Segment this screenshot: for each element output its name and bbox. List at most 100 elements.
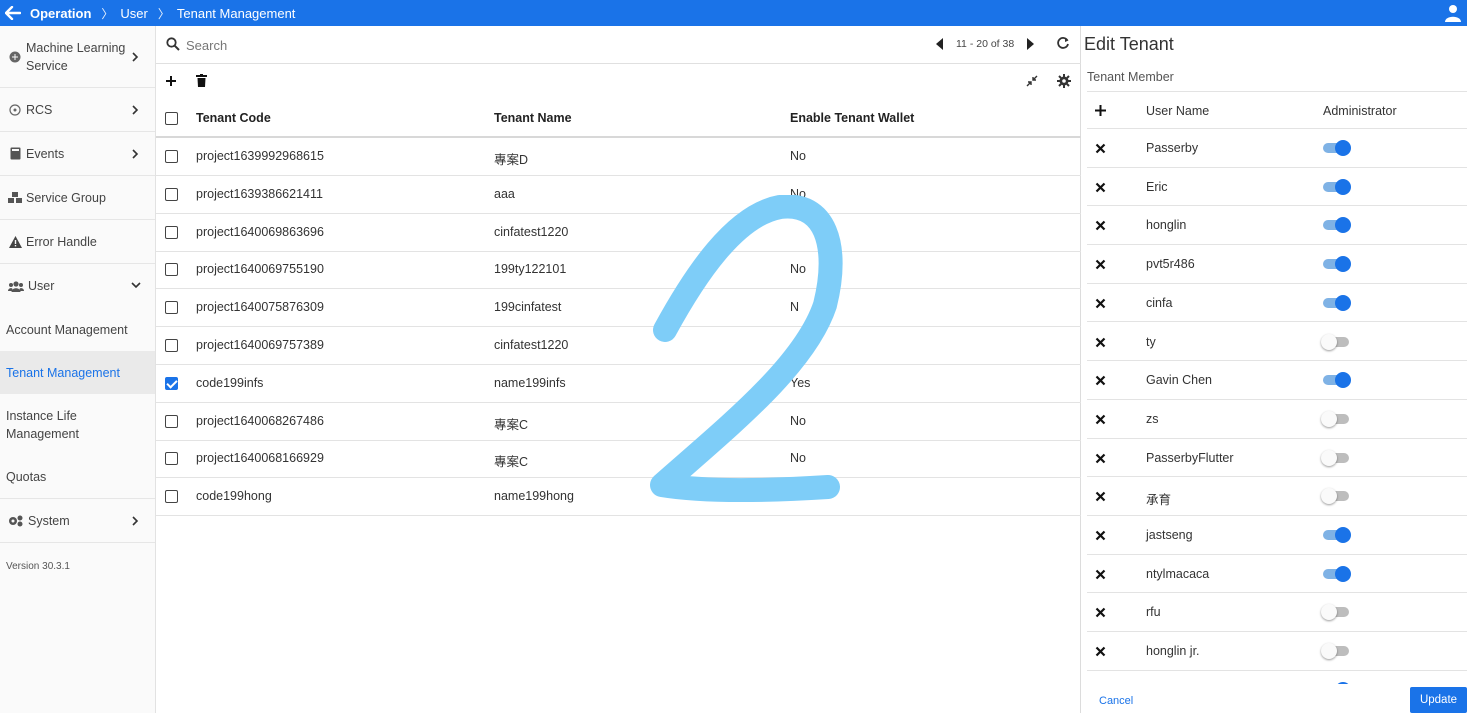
toggle-knob <box>1321 333 1337 350</box>
administrator-toggle[interactable] <box>1323 217 1351 234</box>
administrator-toggle[interactable] <box>1321 604 1351 621</box>
back-arrow-icon[interactable] <box>0 0 26 26</box>
member-row: cinfa <box>1087 284 1467 323</box>
sidebar-item-service-group[interactable]: Service Group <box>0 176 155 220</box>
administrator-toggle[interactable] <box>1321 488 1351 505</box>
cell-tenant-name: 專案D <box>494 153 529 167</box>
column-header-tenant-code[interactable]: Tenant Code <box>196 111 271 125</box>
row-checkbox[interactable] <box>165 376 178 390</box>
administrator-toggle[interactable] <box>1321 333 1351 350</box>
administrator-toggle[interactable] <box>1323 565 1351 582</box>
table-row[interactable]: project1640075876309 199cinfatest N <box>156 289 1081 328</box>
remove-member-icon[interactable] <box>1095 143 1106 154</box>
administrator-toggle[interactable] <box>1323 294 1351 311</box>
sidebar-item-rcs[interactable]: RCS <box>0 88 155 132</box>
row-checkbox[interactable] <box>165 339 178 352</box>
member-row: Gavin Chen <box>1087 361 1467 400</box>
remove-member-icon[interactable] <box>1095 182 1106 193</box>
sidebar-item-account-management[interactable]: Account Management <box>0 308 155 351</box>
member-name: ty <box>1146 334 1156 349</box>
breadcrumb-user[interactable]: User <box>120 6 147 21</box>
table-row[interactable]: project1639386621411 aaa No <box>156 176 1081 214</box>
table-row[interactable]: project1640068267486 專案C No <box>156 403 1081 441</box>
sidebar-item-label: Service Group <box>26 190 106 205</box>
remove-member-icon[interactable] <box>1095 375 1106 386</box>
column-header-enable-wallet[interactable]: Enable Tenant Wallet <box>790 111 914 125</box>
sidebar-item-error-handle[interactable]: Error Handle <box>0 220 155 264</box>
member-row: rfu <box>1087 593 1467 633</box>
member-row: PasserbyFlutter <box>1087 439 1467 478</box>
toggle-knob <box>1335 565 1351 582</box>
refresh-icon[interactable] <box>1056 36 1072 52</box>
remove-member-icon[interactable] <box>1095 646 1106 657</box>
sidebar-item-user[interactable]: User <box>0 264 155 308</box>
search-input[interactable] <box>186 35 486 55</box>
table-row[interactable]: project1640068166929 專案C No <box>156 440 1081 479</box>
administrator-toggle[interactable] <box>1323 178 1351 195</box>
add-icon[interactable] <box>165 75 179 89</box>
administrator-toggle[interactable] <box>1323 372 1351 389</box>
row-checkbox[interactable] <box>165 490 178 504</box>
caret-right-icon[interactable] <box>1026 37 1038 51</box>
administrator-toggle[interactable] <box>1321 449 1351 466</box>
remove-member-icon[interactable] <box>1095 569 1106 580</box>
administrator-toggle[interactable] <box>1323 256 1351 273</box>
users-icon <box>8 279 24 293</box>
table-row[interactable]: code199hong name199hong <box>156 478 1081 517</box>
add-member-icon[interactable] <box>1094 104 1108 118</box>
remove-member-icon[interactable] <box>1095 298 1106 309</box>
table-row[interactable]: project1640069757389 cinfatest1220 <box>156 327 1081 365</box>
breadcrumb-operation[interactable]: Operation <box>30 6 91 21</box>
row-checkbox[interactable] <box>165 225 178 239</box>
row-checkbox[interactable] <box>165 414 178 428</box>
administrator-toggle[interactable] <box>1321 643 1351 660</box>
row-checkbox[interactable] <box>165 187 178 201</box>
cell-tenant-name: 專案C <box>494 455 529 470</box>
sidebar-item-events[interactable]: Events <box>0 132 155 176</box>
toggle-knob <box>1321 410 1337 427</box>
cell-tenant-name: aaa <box>494 186 515 201</box>
remove-member-icon[interactable] <box>1095 491 1106 502</box>
sidebar-item-instance-life-management[interactable]: Instance Life Management <box>0 394 145 456</box>
toggle-knob <box>1321 449 1337 466</box>
remove-member-icon[interactable] <box>1095 607 1106 618</box>
sidebar-item-system[interactable]: System <box>0 499 155 543</box>
caret-left-icon[interactable] <box>934 37 946 51</box>
row-checkbox[interactable] <box>165 150 178 163</box>
remove-member-icon[interactable] <box>1095 530 1106 541</box>
administrator-toggle[interactable] <box>1321 410 1351 427</box>
chevron-down-icon <box>131 281 141 291</box>
warning-icon <box>8 235 22 249</box>
sidebar-item-tenant-management[interactable]: Tenant Management <box>0 351 155 394</box>
table-row[interactable]: project1640069863696 cinfatest1220 <box>156 214 1081 252</box>
administrator-toggle[interactable] <box>1323 140 1351 156</box>
sidebar-item-quotas[interactable]: Quotas <box>0 456 155 499</box>
row-checkbox[interactable] <box>165 263 178 277</box>
column-header-tenant-name[interactable]: Tenant Name <box>494 111 572 125</box>
trash-icon[interactable] <box>196 74 210 89</box>
row-checkbox[interactable] <box>165 301 178 315</box>
compress-icon[interactable] <box>1026 75 1040 89</box>
member-name: Eric <box>1146 179 1168 194</box>
remove-member-icon[interactable] <box>1095 259 1106 270</box>
member-table: User Name Administrator Passerby Eric hong… <box>1087 91 1467 684</box>
row-checkbox[interactable] <box>165 452 178 466</box>
remove-member-icon[interactable] <box>1095 337 1106 348</box>
sidebar-item-machine-learning[interactable]: Machine Learning Service <box>0 26 155 88</box>
cancel-button[interactable]: Cancel <box>1099 695 1133 707</box>
cell-tenant-code: project1640075876309 <box>196 300 324 315</box>
gear-icon[interactable] <box>1057 74 1073 90</box>
table-row[interactable]: project1640069755190 199ty122101 No <box>156 251 1081 290</box>
update-button[interactable]: Update <box>1410 687 1467 713</box>
table-row[interactable]: code199infs name199infs Yes <box>156 365 1081 403</box>
account-icon[interactable] <box>1445 4 1461 22</box>
remove-member-icon[interactable] <box>1095 414 1106 425</box>
remove-member-icon[interactable] <box>1095 453 1106 464</box>
book-icon <box>8 147 22 161</box>
member-row: ntylmacaca <box>1087 555 1467 594</box>
table-row[interactable]: project1639992968615 專案D No <box>156 138 1081 176</box>
member-row: pvt5r486 <box>1087 245 1467 284</box>
select-all-checkbox[interactable] <box>165 112 178 125</box>
administrator-toggle[interactable] <box>1323 527 1351 543</box>
remove-member-icon[interactable] <box>1095 220 1106 231</box>
